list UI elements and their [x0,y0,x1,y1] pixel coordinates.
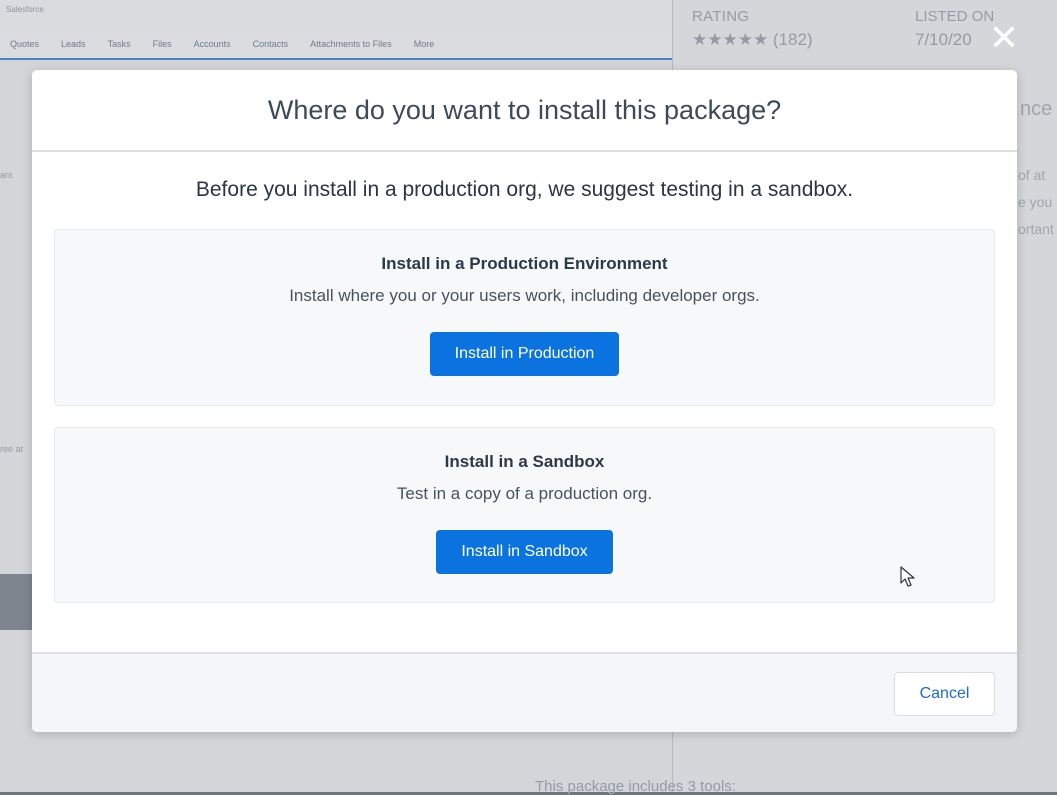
modal-subtitle: Before you install in a production org, … [32,178,1017,202]
production-option-description: Install where you or your users work, in… [55,286,994,306]
modal-title: Where do you want to install this packag… [268,95,781,126]
modal-header: Where do you want to install this packag… [32,70,1017,152]
sandbox-option-card: Install in a Sandbox Test in a copy of a… [54,427,995,603]
production-option-card: Install in a Production Environment Inst… [54,229,995,406]
sandbox-option-description: Test in a copy of a production org. [55,484,994,504]
modal-body: Before you install in a production org, … [32,152,1017,652]
modal-footer: Cancel [32,652,1017,732]
mouse-cursor-icon [900,566,916,588]
cancel-button[interactable]: Cancel [894,672,995,716]
production-option-title: Install in a Production Environment [55,254,994,274]
install-in-production-button[interactable]: Install in Production [430,332,620,376]
sandbox-option-title: Install in a Sandbox [55,452,994,472]
install-in-sandbox-button[interactable]: Install in Sandbox [436,530,612,574]
install-package-modal: Where do you want to install this packag… [32,70,1017,732]
close-icon[interactable]: ✕ [986,20,1022,56]
